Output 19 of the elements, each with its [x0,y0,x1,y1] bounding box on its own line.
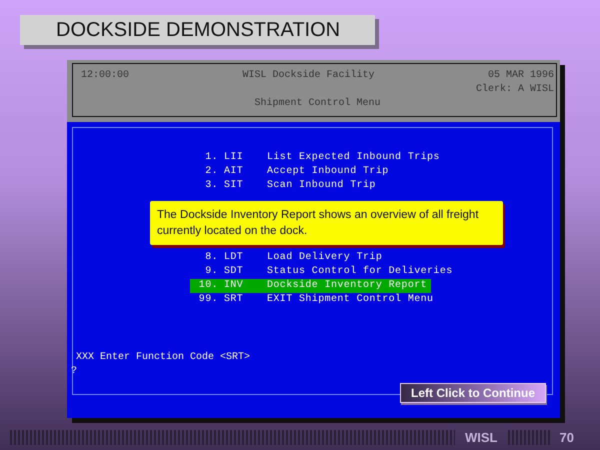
page-number: 70 [560,429,574,447]
brand-text: WISL [465,429,498,447]
menu-item[interactable]: 8. LDT Load Delivery Trip [190,251,386,265]
menu-item[interactable]: 9. SDT Status Control for Deliveries [190,265,457,279]
menu-title: Shipment Control Menu [254,97,381,111]
callout-note: The Dockside Inventory Report shows an overview of all freight currently located on the dock. [150,201,503,245]
menu-item[interactable]: 2. AIT Accept Inbound Trip [190,165,393,179]
clerk-text: Clerk: A WISL [476,83,554,97]
input-text[interactable]: ? [71,366,78,377]
facility-name: WISL Dockside Facility [242,69,375,83]
menu-item[interactable]: 3. SIT Scan Inbound Trip [190,179,380,193]
time-text: 12:00:00 [81,69,130,83]
slide-title: DOCKSIDE DEMONSTRATION [20,15,375,45]
barcode-drawing [508,430,550,446]
continue-button[interactable]: Left Click to Continue [400,383,546,403]
menu-item[interactable]: 99. SRT EXIT Shipment Control Menu [190,293,438,307]
date-text: 05 MAR 1996 [488,69,554,83]
prompt-text: XXX Enter Function Code <SRT> [76,352,250,363]
menu-item[interactable]: 1. LII List Expected Inbound Trips [190,151,444,165]
